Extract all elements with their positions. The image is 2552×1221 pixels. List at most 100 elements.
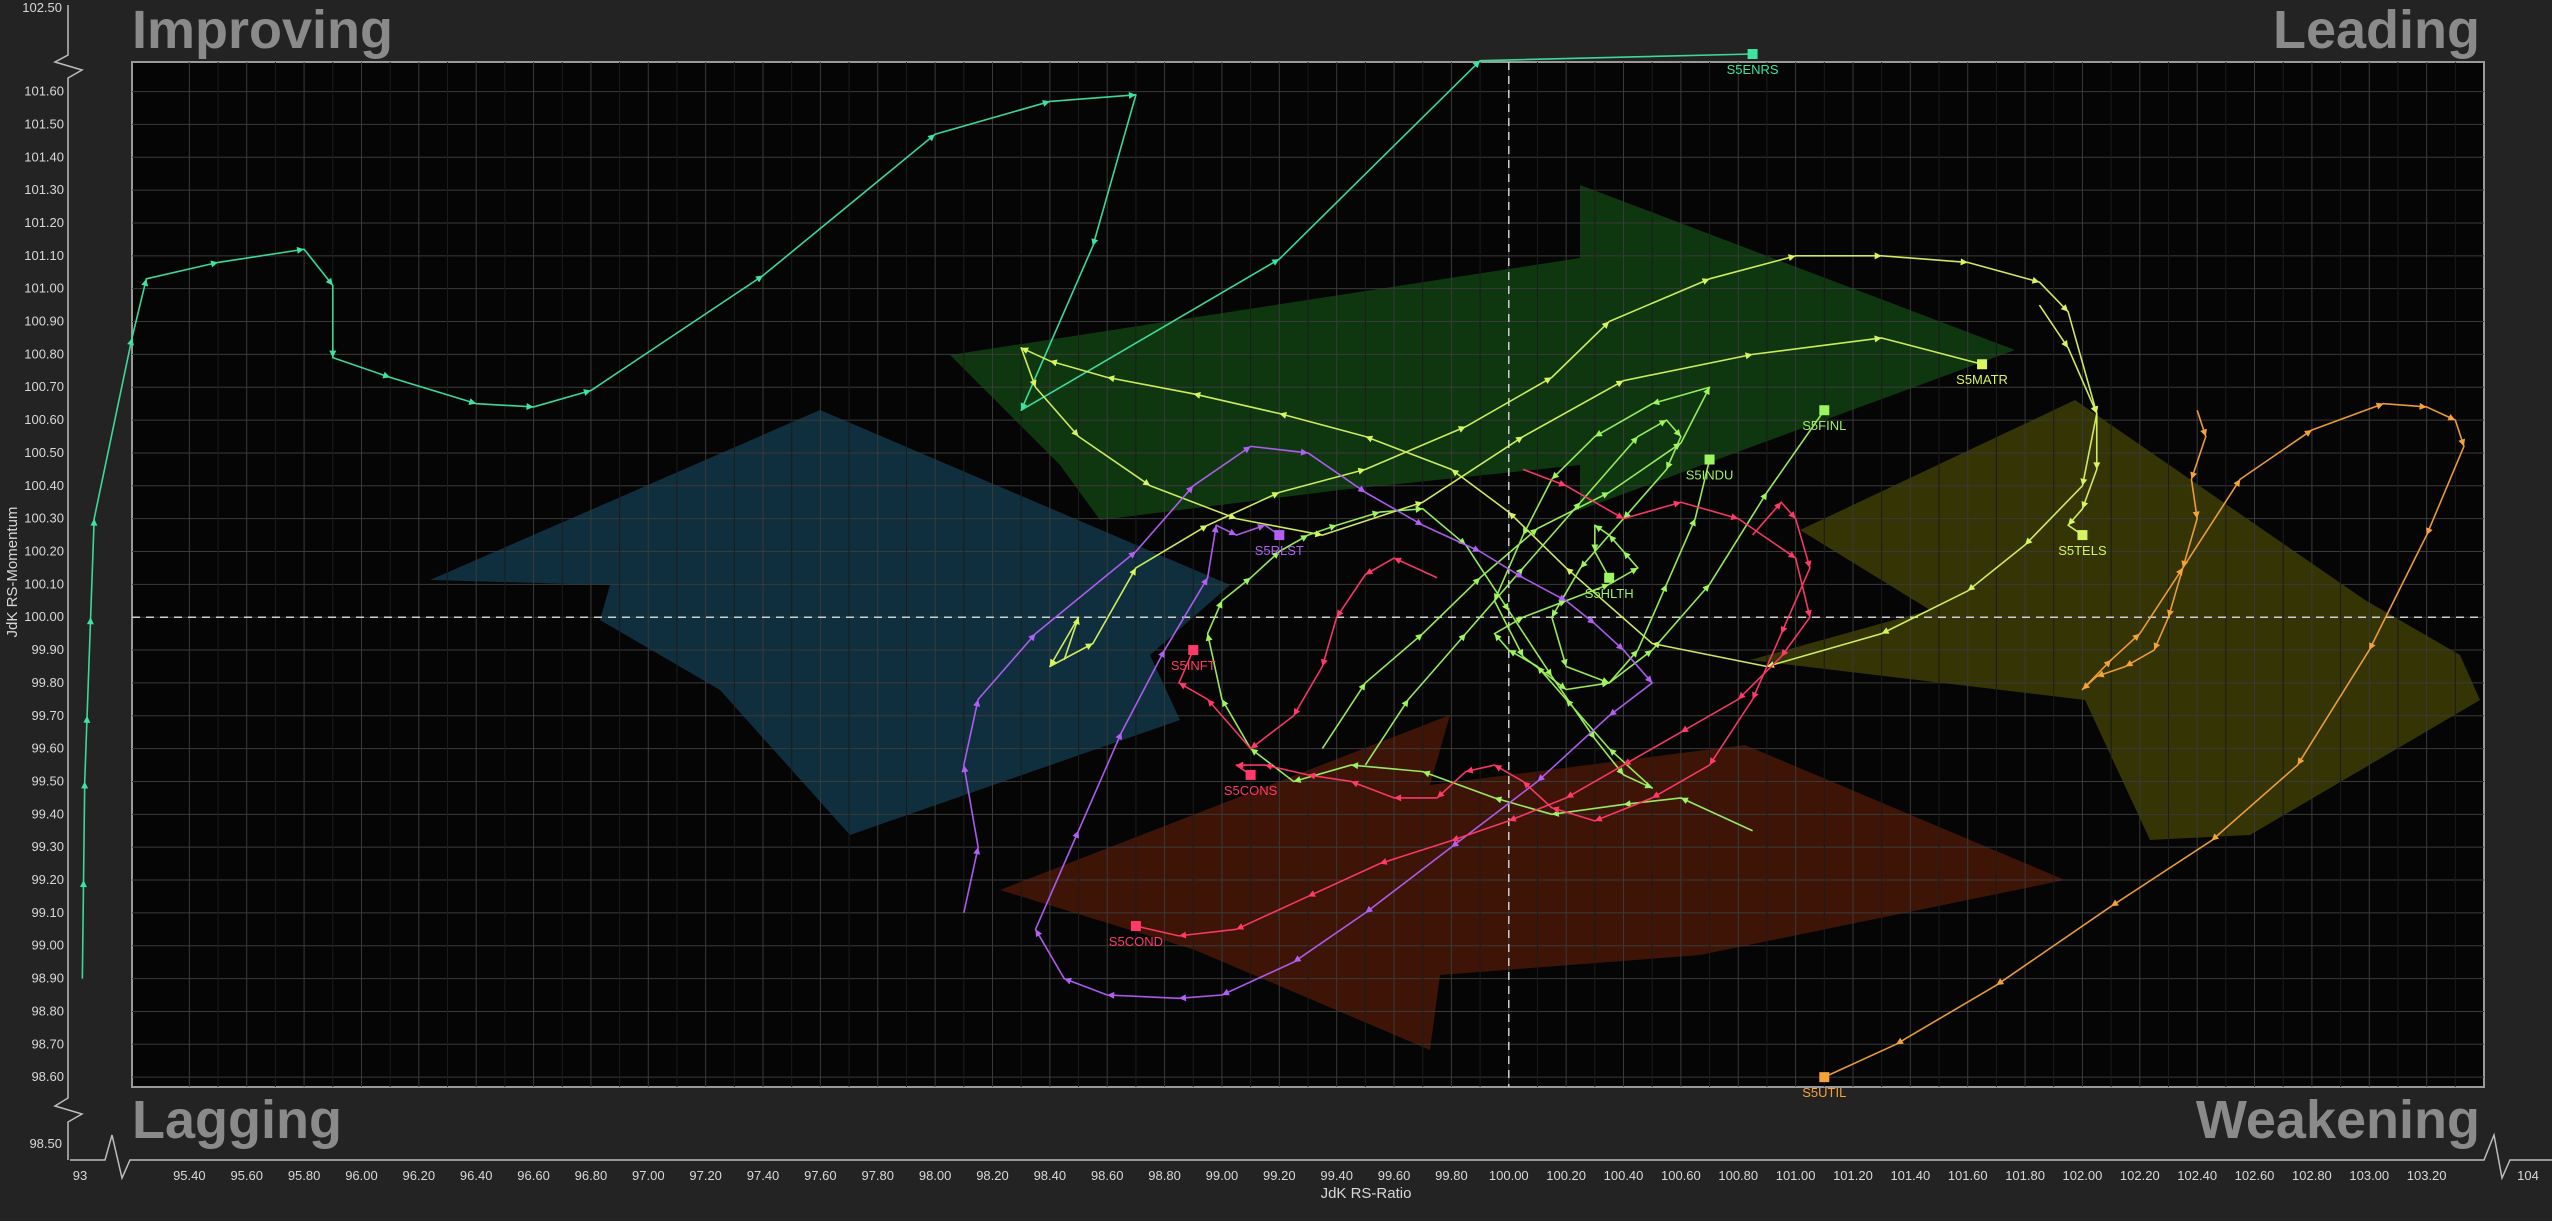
x-tick-label: 101.60 <box>1948 1168 1988 1183</box>
x-tick-label: 101.20 <box>1833 1168 1873 1183</box>
series-head-marker[interactable] <box>1245 769 1256 780</box>
y-tick-label: 100.00 <box>24 609 64 624</box>
x-tick-label: 100.80 <box>1718 1168 1758 1183</box>
x-tick-label: 96.40 <box>460 1168 493 1183</box>
quadrant-weakening: Weakening <box>2196 1090 2480 1150</box>
y-tick-label: 99.60 <box>31 741 64 756</box>
y-tick-label: 98.80 <box>31 1003 64 1018</box>
y-tick-label: 99.10 <box>31 905 64 920</box>
x-tick-label: 98.20 <box>976 1168 1009 1183</box>
series-head-label: S5MATR <box>1956 372 2008 387</box>
y-tick-label: 99.50 <box>31 773 64 788</box>
series-head-label: S5FINL <box>1802 418 1846 433</box>
series-head-marker[interactable] <box>2077 530 2088 541</box>
x-tick-label: 96.00 <box>345 1168 378 1183</box>
series-head-marker[interactable] <box>1977 359 1988 370</box>
x-tick-label: 98.40 <box>1034 1168 1067 1183</box>
series-head-marker[interactable] <box>1819 1072 1830 1083</box>
series-head-marker[interactable] <box>1604 572 1615 583</box>
x-tick-label: 102.60 <box>2235 1168 2275 1183</box>
x-tick-label: 96.20 <box>403 1168 436 1183</box>
x-break-left-label: 93 <box>73 1168 87 1183</box>
y-tick-label: 101.50 <box>24 116 64 131</box>
series-head-label: S5TELS <box>2058 543 2107 558</box>
x-tick-label: 102.00 <box>2063 1168 2103 1183</box>
series-head-label: S5HLTH <box>1585 586 1634 601</box>
series-head-label: S5INFT <box>1171 658 1216 673</box>
x-tick-label: 101.80 <box>2005 1168 2045 1183</box>
y-tick-label: 101.10 <box>24 248 64 263</box>
quadrant-leading: Leading <box>2273 0 2480 60</box>
series-head-marker[interactable] <box>1188 645 1199 656</box>
x-tick-label: 99.60 <box>1378 1168 1411 1183</box>
x-tick-label: 100.60 <box>1661 1168 1701 1183</box>
y-tick-label: 98.90 <box>31 971 64 986</box>
y-tick-label: 101.40 <box>24 149 64 164</box>
y-tick-label: 99.20 <box>31 872 64 887</box>
x-tick-label: 99.20 <box>1263 1168 1296 1183</box>
x-tick-label: 97.20 <box>689 1168 722 1183</box>
x-tick-label: 100.00 <box>1489 1168 1529 1183</box>
y-axis-title: JdK RS-Momentum <box>4 507 21 638</box>
y-tick-label: 101.00 <box>24 281 64 296</box>
y-tick-label: 100.50 <box>24 445 64 460</box>
y-tick-label: 100.80 <box>24 346 64 361</box>
x-tick-label: 99.80 <box>1435 1168 1468 1183</box>
x-tick-label: 95.40 <box>173 1168 206 1183</box>
x-tick-label: 95.60 <box>230 1168 263 1183</box>
series-head-label: S5CONS <box>1224 783 1278 798</box>
x-tick-label: 98.00 <box>919 1168 952 1183</box>
y-tick-label: 100.30 <box>24 511 64 526</box>
series-head-marker[interactable] <box>1747 49 1758 59</box>
series-head-marker[interactable] <box>1819 405 1830 416</box>
y-break-bottom-label: 98.50 <box>29 1136 62 1151</box>
series-head-marker[interactable] <box>1274 530 1285 541</box>
x-tick-label: 99.40 <box>1320 1168 1353 1183</box>
x-tick-label: 98.60 <box>1091 1168 1124 1183</box>
x-tick-label: 100.40 <box>1604 1168 1644 1183</box>
x-tick-label: 98.80 <box>1148 1168 1181 1183</box>
y-tick-label: 100.40 <box>24 478 64 493</box>
y-tick-label: 98.70 <box>31 1036 64 1051</box>
y-tick-label: 100.20 <box>24 544 64 559</box>
y-tick-label: 101.30 <box>24 182 64 197</box>
series-head-label: S5INDU <box>1686 468 1734 483</box>
y-break-top-label: 102.50 <box>22 0 62 15</box>
series-head-label: S5UTIL <box>1802 1085 1846 1100</box>
series-head-label: S5ENRS <box>1727 62 1779 77</box>
series-head-label: S5COND <box>1109 934 1163 949</box>
y-tick-label: 98.60 <box>31 1069 64 1084</box>
x-tick-label: 97.00 <box>632 1168 665 1183</box>
x-tick-label: 102.20 <box>2120 1168 2160 1183</box>
y-tick-label: 99.90 <box>31 642 64 657</box>
x-break-right-label: 104 <box>2517 1168 2539 1183</box>
quadrant-improving: Improving <box>132 0 393 60</box>
x-tick-label: 96.80 <box>575 1168 608 1183</box>
y-tick-label: 99.00 <box>31 938 64 953</box>
x-axis-title: JdK RS-Ratio <box>1321 1185 1412 1202</box>
series-head-marker[interactable] <box>1704 454 1715 465</box>
x-tick-label: 103.00 <box>2349 1168 2389 1183</box>
x-tick-label: 103.20 <box>2407 1168 2447 1183</box>
y-tick-label: 100.60 <box>24 412 64 427</box>
y-tick-label: 99.30 <box>31 839 64 854</box>
quadrant-lagging: Lagging <box>132 1090 342 1150</box>
x-tick-label: 95.80 <box>288 1168 321 1183</box>
x-tick-label: 96.60 <box>517 1168 550 1183</box>
series-head-label: S5RLST <box>1255 543 1304 558</box>
x-tick-label: 99.00 <box>1206 1168 1239 1183</box>
y-tick-label: 99.70 <box>31 708 64 723</box>
x-tick-label: 101.40 <box>1890 1168 1930 1183</box>
x-tick-label: 97.60 <box>804 1168 837 1183</box>
x-tick-label: 97.40 <box>747 1168 780 1183</box>
x-tick-label: 100.20 <box>1546 1168 1586 1183</box>
y-tick-label: 100.10 <box>24 576 64 591</box>
y-tick-label: 101.60 <box>24 84 64 99</box>
x-tick-label: 102.40 <box>2177 1168 2217 1183</box>
rrg-chart: S5ENRS S5MATR S5FINL S5INDU S5TELS S5HLTH S5RL… <box>0 0 2552 1221</box>
x-tick-label: 97.80 <box>861 1168 894 1183</box>
x-tick-label: 101.00 <box>1776 1168 1816 1183</box>
series-head-marker[interactable] <box>1130 921 1141 932</box>
y-tick-label: 100.70 <box>24 379 64 394</box>
x-tick-label: 102.80 <box>2292 1168 2332 1183</box>
